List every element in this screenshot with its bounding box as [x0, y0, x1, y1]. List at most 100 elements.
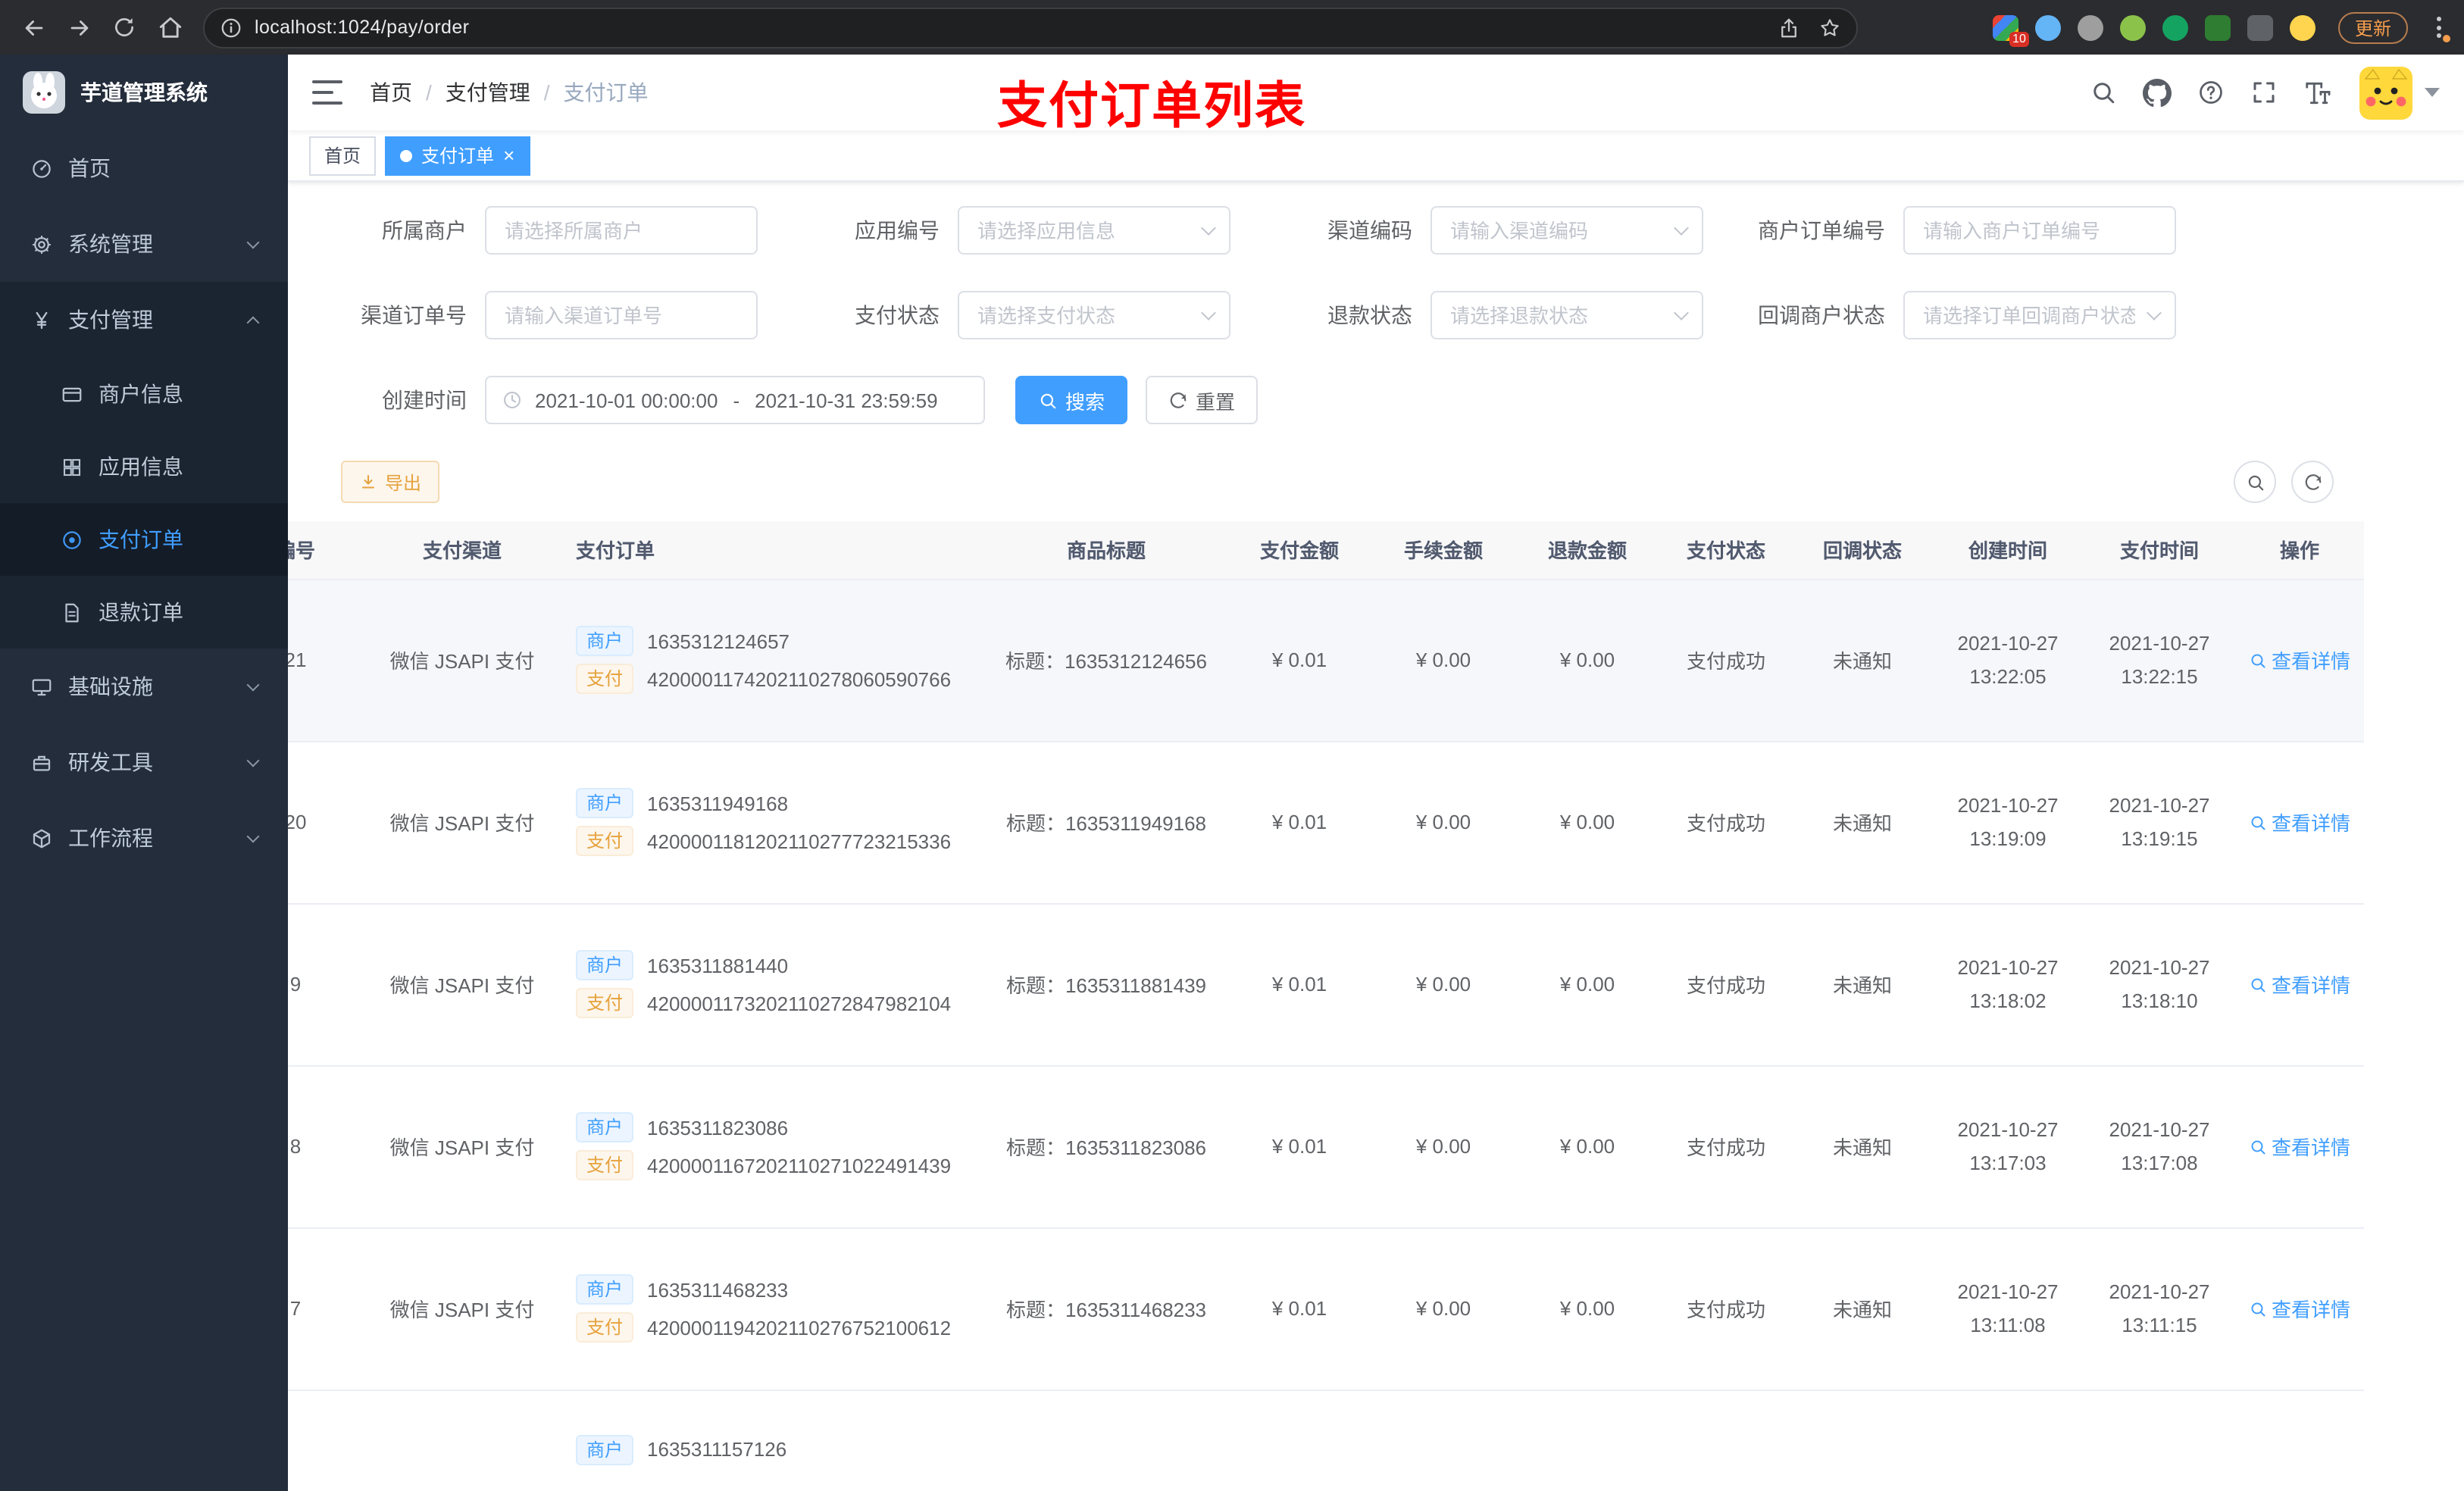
pay-badge: 支付: [576, 826, 634, 856]
date-range-picker[interactable]: 2021-10-01 00:00:00 - 2021-10-31 23:59:5…: [485, 376, 985, 424]
sidebar-item-app-info[interactable]: 应用信息: [0, 430, 288, 503]
toggle-search-button[interactable]: [2234, 461, 2276, 503]
search-button[interactable]: 搜索: [1015, 376, 1128, 424]
user-menu[interactable]: [2358, 64, 2440, 120]
pay-status-select[interactable]: [958, 291, 1230, 339]
export-button[interactable]: 导出: [341, 461, 440, 503]
filter-app-id: 应用编号: [776, 206, 1230, 255]
sidebar-item-dev-tools[interactable]: 研发工具: [0, 724, 288, 800]
merchant-input[interactable]: [485, 206, 758, 255]
table-row: 21 微信 JSAPI 支付 商户 1635312124657 支付 4200001…: [288, 579, 2364, 742]
extension-icon[interactable]: [2204, 14, 2231, 40]
extension-icon[interactable]: [2162, 14, 2188, 40]
table-row-partial: 商户 1635311157126: [288, 1389, 2364, 1491]
credit-card-icon: [61, 383, 83, 405]
breadcrumb-payment[interactable]: 支付管理: [446, 77, 530, 108]
fee-amount: ¥ 0.00: [1371, 741, 1515, 904]
tab-pay-order[interactable]: 支付订单 ×: [385, 136, 530, 175]
share-icon[interactable]: [1778, 16, 1800, 39]
extension-icon[interactable]: [2289, 14, 2315, 40]
github-icon[interactable]: [2143, 78, 2172, 107]
monitor-icon: [30, 675, 53, 698]
sidebar-item-home[interactable]: 首页: [0, 130, 288, 206]
order-id: 8: [288, 1065, 364, 1228]
sidebar-item-refund-order[interactable]: 退款订单: [0, 576, 288, 649]
bookmark-star-icon[interactable]: [1818, 16, 1841, 39]
app-logo[interactable]: 芋道管理系统: [0, 55, 288, 130]
pay-amount: ¥ 0.01: [1227, 903, 1371, 1066]
browser-menu-button[interactable]: [2425, 11, 2452, 44]
pay-status: 支付成功: [1659, 579, 1793, 742]
merchant-badge: 商户: [576, 1274, 634, 1305]
header-search-icon[interactable]: [2090, 79, 2117, 106]
extension-icon[interactable]: [2077, 14, 2103, 40]
channel-order-no-input[interactable]: [485, 291, 758, 339]
tab-home[interactable]: 首页: [309, 136, 377, 175]
pay-order-cell: 商户 1635311949168 支付 4200001181202110277723…: [561, 741, 985, 904]
notify-status: 未通知: [1793, 903, 1932, 1066]
dashboard-icon: [30, 157, 53, 180]
breadcrumb-home[interactable]: 首页: [370, 77, 412, 108]
pay-channel: 微信 JSAPI 支付: [364, 1227, 561, 1390]
reset-button[interactable]: 重置: [1146, 376, 1259, 424]
merchant-order-no: 1635311823086: [647, 1116, 789, 1139]
app-id-select[interactable]: [958, 206, 1230, 255]
view-details-link[interactable]: 查看详情: [2249, 808, 2350, 836]
view-details-link[interactable]: 查看详情: [2249, 970, 2350, 999]
pay-amount: ¥ 0.01: [1227, 579, 1371, 742]
chevron-down-icon: [246, 678, 260, 692]
extension-icon[interactable]: [2119, 14, 2146, 40]
url-bar[interactable]: localhost:1024/pay/order: [203, 7, 1858, 48]
extension-icon[interactable]: [2034, 14, 2061, 40]
fullscreen-icon[interactable]: [2250, 79, 2278, 106]
refund-status-select[interactable]: [1431, 291, 1703, 339]
sidebar-item-infrastructure[interactable]: 基础设施: [0, 649, 288, 724]
sidebar-item-payment[interactable]: 支付管理: [0, 282, 288, 358]
pay-time: 2021-10-27 13:11:15: [2084, 1227, 2235, 1390]
view-details-link[interactable]: 查看详情: [2249, 1132, 2350, 1161]
browser-home-button[interactable]: [149, 6, 191, 48]
close-icon[interactable]: ×: [503, 145, 514, 165]
filter-merchant-order-no: 商户订单编号: [1721, 206, 2176, 255]
goods-title: 标题：1635311949168: [985, 741, 1227, 904]
browser-back-button[interactable]: [12, 6, 55, 48]
sidebar-item-merchant-info[interactable]: 商户信息: [0, 358, 288, 430]
cube-icon: [30, 827, 53, 849]
grid-icon: [61, 455, 83, 478]
date-end: 2021-10-31 23:59:59: [755, 389, 938, 411]
font-size-icon[interactable]: [2303, 78, 2332, 107]
refund-amount: ¥ 0.00: [1515, 1227, 1659, 1390]
order-id: 9: [288, 903, 364, 1066]
browser-update-button[interactable]: 更新: [2337, 11, 2408, 43]
order-id: 21: [288, 579, 364, 742]
help-icon[interactable]: [2197, 79, 2225, 106]
pay-order-cell: 商户 1635312124657 支付 4200001174202110278060…: [561, 579, 985, 742]
hamburger-icon[interactable]: [312, 80, 342, 105]
payment-submenu: 商户信息 应用信息 支付订单 退款订单: [0, 358, 288, 649]
extensions-puzzle-icon[interactable]: [2247, 14, 2273, 40]
view-details-link[interactable]: 查看详情: [2249, 1294, 2350, 1323]
fee-amount: ¥ 0.00: [1371, 903, 1515, 1066]
view-details-link[interactable]: 查看详情: [2249, 645, 2350, 674]
notify-status-select[interactable]: [1903, 291, 2176, 339]
orders-table: 编号 支付渠道 支付订单 商品标题 支付金额 手续金额 退款金额 支付状态 回调…: [288, 521, 2464, 1491]
fee-amount: ¥ 0.00: [1371, 579, 1515, 742]
browser-reload-button[interactable]: [103, 6, 145, 48]
sidebar-item-workflow[interactable]: 工作流程: [0, 800, 288, 876]
sidebar-item-pay-order[interactable]: 支付订单: [0, 503, 288, 576]
merchant-order-no-input[interactable]: [1903, 206, 2176, 255]
pay-status: 支付成功: [1659, 1065, 1793, 1228]
merchant-order-no: 1635311468233: [647, 1278, 789, 1301]
avatar: [2359, 66, 2412, 119]
site-info-icon[interactable]: [220, 16, 242, 39]
sidebar-item-system[interactable]: 系统管理: [0, 206, 288, 282]
browser-forward-button[interactable]: [58, 6, 100, 48]
extension-icon[interactable]: 10: [1992, 14, 2029, 46]
pay-badge: 支付: [576, 1312, 634, 1343]
filter-channel-code: 渠道编码: [1249, 206, 1703, 255]
create-time: 2021-10-27 13:17:03: [1932, 1065, 2084, 1228]
chevron-down-icon: [246, 236, 260, 249]
refresh-table-button[interactable]: [2291, 461, 2334, 503]
channel-code-select[interactable]: [1431, 206, 1703, 255]
refund-amount: ¥ 0.00: [1515, 903, 1659, 1066]
